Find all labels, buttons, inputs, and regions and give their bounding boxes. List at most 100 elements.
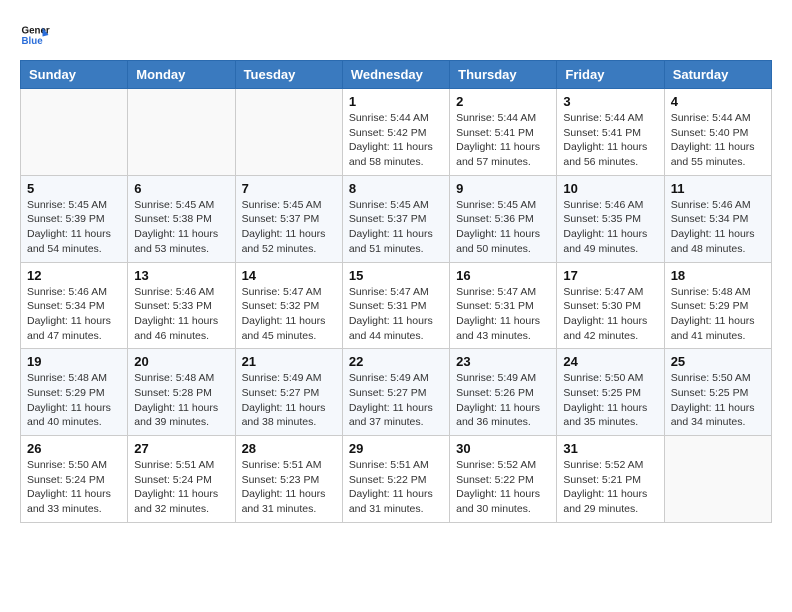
calendar-cell (235, 89, 342, 176)
day-info: Sunrise: 5:45 AM Sunset: 5:37 PM Dayligh… (242, 198, 336, 257)
calendar-cell: 20 Sunrise: 5:48 AM Sunset: 5:28 PM Dayli… (128, 349, 235, 436)
day-number: 2 (456, 94, 550, 109)
calendar-cell: 22Sunrise: 5:49 AM Sunset: 5:27 PM Dayli… (342, 349, 449, 436)
day-number: 9 (456, 181, 550, 196)
calendar-cell: 23Sunrise: 5:49 AM Sunset: 5:26 PM Dayli… (450, 349, 557, 436)
weekday-header-wednesday: Wednesday (342, 61, 449, 89)
day-info: Sunrise: 5:51 AM Sunset: 5:23 PM Dayligh… (242, 458, 336, 517)
calendar-cell: 16 Sunrise: 5:47 AM Sunset: 5:31 PM Dayli… (450, 262, 557, 349)
day-info: Sunrise: 5:44 AM Sunset: 5:40 PM Dayligh… (671, 111, 765, 170)
day-number: 16 (456, 268, 550, 283)
calendar-cell: 6Sunrise: 5:45 AM Sunset: 5:38 PM Daylig… (128, 175, 235, 262)
logo: General Blue (20, 20, 50, 50)
day-info: Sunrise: 5:44 AM Sunset: 5:41 PM Dayligh… (456, 111, 550, 170)
day-info: Sunrise: 5:47 AM Sunset: 5:30 PM Dayligh… (563, 285, 657, 344)
day-number: 12 (27, 268, 121, 283)
calendar-cell: 2 Sunrise: 5:44 AM Sunset: 5:41 PM Daylig… (450, 89, 557, 176)
day-number: 14 (242, 268, 336, 283)
calendar-cell: 31 Sunrise: 5:52 AM Sunset: 5:21 PM Dayli… (557, 436, 664, 523)
weekday-header-saturday: Saturday (664, 61, 771, 89)
day-info: Sunrise: 5:51 AM Sunset: 5:22 PM Dayligh… (349, 458, 443, 517)
calendar-cell: 4 Sunrise: 5:44 AM Sunset: 5:40 PM Daylig… (664, 89, 771, 176)
day-number: 19 (27, 354, 121, 369)
day-info: Sunrise: 5:46 AM Sunset: 5:34 PM Dayligh… (671, 198, 765, 257)
calendar-cell: 5 Sunrise: 5:45 AM Sunset: 5:39 PM Daylig… (21, 175, 128, 262)
day-info: Sunrise: 5:47 AM Sunset: 5:32 PM Dayligh… (242, 285, 336, 344)
calendar-cell: 24 Sunrise: 5:50 AM Sunset: 5:25 PM Dayli… (557, 349, 664, 436)
calendar-cell: 17Sunrise: 5:47 AM Sunset: 5:30 PM Dayli… (557, 262, 664, 349)
day-number: 31 (563, 441, 657, 456)
day-number: 13 (134, 268, 228, 283)
calendar-cell: 8 Sunrise: 5:45 AM Sunset: 5:37 PM Daylig… (342, 175, 449, 262)
day-info: Sunrise: 5:46 AM Sunset: 5:35 PM Dayligh… (563, 198, 657, 257)
day-info: Sunrise: 5:50 AM Sunset: 5:24 PM Dayligh… (27, 458, 121, 517)
calendar-week-4: 19 Sunrise: 5:48 AM Sunset: 5:29 PM Dayli… (21, 349, 772, 436)
calendar-cell (128, 89, 235, 176)
calendar-cell: 18 Sunrise: 5:48 AM Sunset: 5:29 PM Dayli… (664, 262, 771, 349)
day-number: 30 (456, 441, 550, 456)
calendar-cell: 29 Sunrise: 5:51 AM Sunset: 5:22 PM Dayli… (342, 436, 449, 523)
calendar-cell: 26Sunrise: 5:50 AM Sunset: 5:24 PM Dayli… (21, 436, 128, 523)
day-number: 20 (134, 354, 228, 369)
calendar-cell (664, 436, 771, 523)
day-info: Sunrise: 5:46 AM Sunset: 5:33 PM Dayligh… (134, 285, 228, 344)
day-number: 3 (563, 94, 657, 109)
calendar-cell: 15Sunrise: 5:47 AM Sunset: 5:31 PM Dayli… (342, 262, 449, 349)
calendar-cell: 19 Sunrise: 5:48 AM Sunset: 5:29 PM Dayli… (21, 349, 128, 436)
day-number: 28 (242, 441, 336, 456)
day-info: Sunrise: 5:48 AM Sunset: 5:29 PM Dayligh… (671, 285, 765, 344)
day-number: 15 (349, 268, 443, 283)
day-number: 22 (349, 354, 443, 369)
calendar-week-3: 12 Sunrise: 5:46 AM Sunset: 5:34 PM Dayli… (21, 262, 772, 349)
weekday-header-thursday: Thursday (450, 61, 557, 89)
day-number: 8 (349, 181, 443, 196)
calendar-table: SundayMondayTuesdayWednesdayThursdayFrid… (20, 60, 772, 523)
day-number: 29 (349, 441, 443, 456)
calendar-cell: 11 Sunrise: 5:46 AM Sunset: 5:34 PM Dayli… (664, 175, 771, 262)
header: General Blue (20, 20, 772, 50)
day-number: 24 (563, 354, 657, 369)
calendar-cell: 28 Sunrise: 5:51 AM Sunset: 5:23 PM Dayli… (235, 436, 342, 523)
calendar-cell: 30 Sunrise: 5:52 AM Sunset: 5:22 PM Dayli… (450, 436, 557, 523)
day-number: 27 (134, 441, 228, 456)
day-number: 5 (27, 181, 121, 196)
calendar-cell: 27Sunrise: 5:51 AM Sunset: 5:24 PM Dayli… (128, 436, 235, 523)
day-info: Sunrise: 5:49 AM Sunset: 5:27 PM Dayligh… (242, 371, 336, 430)
day-number: 1 (349, 94, 443, 109)
day-number: 10 (563, 181, 657, 196)
day-info: Sunrise: 5:44 AM Sunset: 5:42 PM Dayligh… (349, 111, 443, 170)
calendar-cell: 3 Sunrise: 5:44 AM Sunset: 5:41 PM Daylig… (557, 89, 664, 176)
weekday-header-monday: Monday (128, 61, 235, 89)
day-info: Sunrise: 5:45 AM Sunset: 5:37 PM Dayligh… (349, 198, 443, 257)
day-info: Sunrise: 5:44 AM Sunset: 5:41 PM Dayligh… (563, 111, 657, 170)
day-info: Sunrise: 5:48 AM Sunset: 5:28 PM Dayligh… (134, 371, 228, 430)
calendar-cell: 10 Sunrise: 5:46 AM Sunset: 5:35 PM Dayli… (557, 175, 664, 262)
day-info: Sunrise: 5:47 AM Sunset: 5:31 PM Dayligh… (456, 285, 550, 344)
calendar-cell: 12 Sunrise: 5:46 AM Sunset: 5:34 PM Dayli… (21, 262, 128, 349)
calendar-cell: 14 Sunrise: 5:47 AM Sunset: 5:32 PM Dayli… (235, 262, 342, 349)
calendar-week-2: 5 Sunrise: 5:45 AM Sunset: 5:39 PM Daylig… (21, 175, 772, 262)
calendar-week-5: 26Sunrise: 5:50 AM Sunset: 5:24 PM Dayli… (21, 436, 772, 523)
day-number: 25 (671, 354, 765, 369)
day-info: Sunrise: 5:50 AM Sunset: 5:25 PM Dayligh… (563, 371, 657, 430)
calendar-cell: 21Sunrise: 5:49 AM Sunset: 5:27 PM Dayli… (235, 349, 342, 436)
calendar-cell: 7 Sunrise: 5:45 AM Sunset: 5:37 PM Daylig… (235, 175, 342, 262)
day-number: 18 (671, 268, 765, 283)
day-info: Sunrise: 5:52 AM Sunset: 5:21 PM Dayligh… (563, 458, 657, 517)
calendar-cell: 9Sunrise: 5:45 AM Sunset: 5:36 PM Daylig… (450, 175, 557, 262)
day-info: Sunrise: 5:46 AM Sunset: 5:34 PM Dayligh… (27, 285, 121, 344)
svg-text:Blue: Blue (22, 36, 44, 47)
day-number: 4 (671, 94, 765, 109)
calendar-cell: 25Sunrise: 5:50 AM Sunset: 5:25 PM Dayli… (664, 349, 771, 436)
calendar-cell: 1 Sunrise: 5:44 AM Sunset: 5:42 PM Daylig… (342, 89, 449, 176)
day-info: Sunrise: 5:48 AM Sunset: 5:29 PM Dayligh… (27, 371, 121, 430)
calendar-cell: 13 Sunrise: 5:46 AM Sunset: 5:33 PM Dayli… (128, 262, 235, 349)
weekday-header-tuesday: Tuesday (235, 61, 342, 89)
day-number: 11 (671, 181, 765, 196)
day-number: 7 (242, 181, 336, 196)
day-info: Sunrise: 5:45 AM Sunset: 5:39 PM Dayligh… (27, 198, 121, 257)
day-info: Sunrise: 5:52 AM Sunset: 5:22 PM Dayligh… (456, 458, 550, 517)
weekday-header-sunday: Sunday (21, 61, 128, 89)
calendar-week-1: 1 Sunrise: 5:44 AM Sunset: 5:42 PM Daylig… (21, 89, 772, 176)
day-info: Sunrise: 5:49 AM Sunset: 5:26 PM Dayligh… (456, 371, 550, 430)
